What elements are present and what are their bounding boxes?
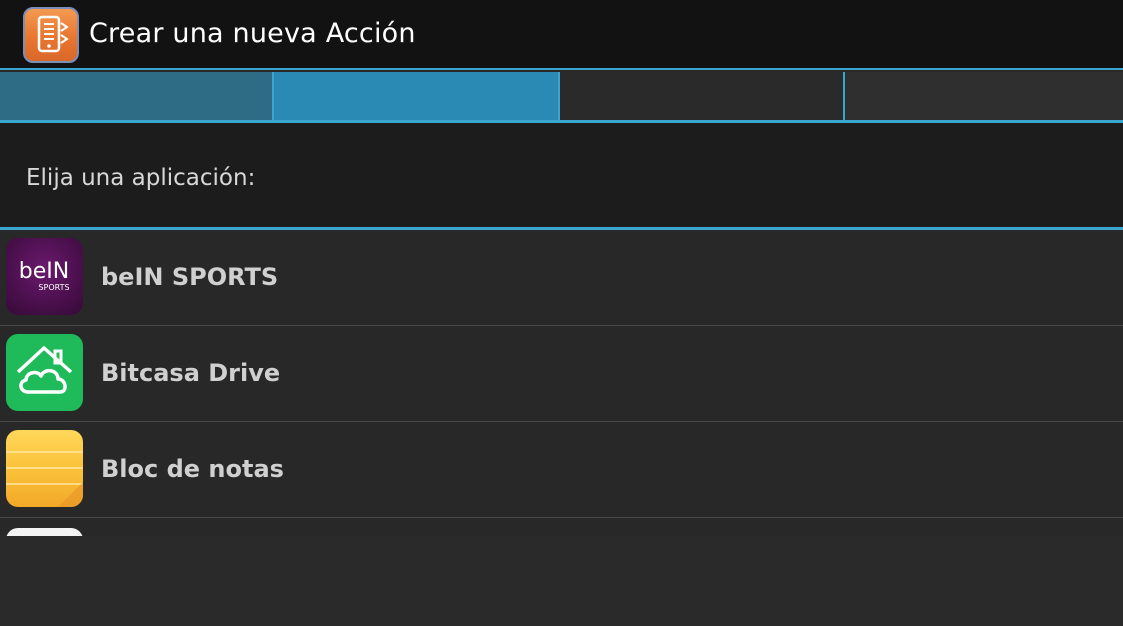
page-title: Crear una nueva Acción [89,18,416,49]
choose-app-prompt: Elija una aplicación: [26,165,256,191]
task-app-icon[interactable] [23,7,79,63]
bitcasa-drive-icon [6,334,83,411]
wizard-step-3 [560,72,845,120]
list-item-bein-sports[interactable]: beIN SPORTS beIN SPORTS [0,230,1123,326]
bein-sports-icon: beIN SPORTS [6,238,83,315]
wizard-step-1 [0,72,274,120]
notepad-icon [6,430,83,507]
list-item-partial[interactable] [0,518,1123,536]
list-item-label: Bloc de notas [101,455,284,483]
list-item-bitcasa-drive[interactable]: Bitcasa Drive [0,326,1123,422]
bein-wordmark: beIN [19,259,69,284]
app-icon [6,528,83,536]
wizard-step-4 [845,72,1123,120]
app-list[interactable]: beIN SPORTS beIN SPORTS Bitcasa Drive Bl… [0,230,1123,536]
prompt-section: Elija una aplicación: [0,123,1123,227]
wizard-progress [0,72,1123,120]
wizard-step-2 [274,72,560,120]
empty-area [0,536,1123,626]
phone-list-icon [37,15,69,53]
action-bar: Crear una nueva Acción [0,0,1123,70]
list-item-bloc-de-notas[interactable]: Bloc de notas [0,422,1123,518]
list-item-label: Bitcasa Drive [101,359,281,387]
list-item-label: beIN SPORTS [101,263,279,291]
bein-sub: SPORTS [38,283,69,292]
